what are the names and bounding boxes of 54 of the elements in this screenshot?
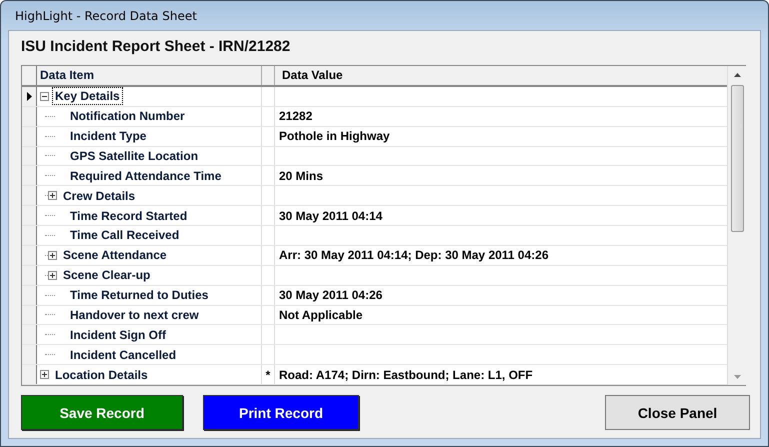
row-header-cell[interactable] [22, 86, 37, 106]
row-header-cell[interactable] [22, 325, 37, 344]
collapse-icon[interactable] [40, 92, 49, 101]
data-item-label: Notification Number [69, 108, 186, 126]
row-header-cell[interactable] [22, 365, 37, 384]
row-header-cell[interactable] [22, 126, 37, 146]
data-item-label: Time Returned to Duties [69, 287, 210, 304]
column-header: Data Value [281, 68, 343, 82]
data-item-label: Time Call Received [69, 227, 180, 244]
data-item-label: Time Record Started [69, 208, 188, 225]
row-header-cell[interactable] [22, 206, 37, 225]
data-item-label: Incident Type [69, 128, 148, 146]
row-header-cell[interactable] [22, 306, 37, 324]
vertical-scrollbar[interactable] [727, 66, 746, 385]
row-header-cell[interactable] [22, 146, 37, 166]
data-value: 30 May 2011 04:14 [279, 208, 382, 223]
data-item-label: Scene Clear-up [62, 267, 152, 284]
scroll-thumb[interactable] [730, 85, 744, 232]
data-item-label: Location Details [54, 366, 149, 384]
row-header-cell[interactable] [22, 286, 37, 304]
row-header-cell[interactable] [22, 266, 37, 285]
row-header-cell[interactable] [22, 246, 37, 265]
data-value: 20 Mins [279, 168, 324, 183]
row-marker: * [266, 368, 270, 382]
expand-icon[interactable] [48, 250, 57, 260]
row-header-cell[interactable] [22, 345, 37, 364]
sheet-heading: ISU Incident Report Sheet - IRN/21282 [21, 38, 292, 57]
data-item-label: Required Attendance Time [69, 168, 222, 185]
data-value: Arr: 30 May 2011 04:14; Dep: 30 May 2011 04:26 [279, 248, 549, 262]
current-row-icon [26, 92, 32, 101]
row-header-cell[interactable] [22, 166, 37, 186]
data-item-label: Scene Attendance [62, 247, 168, 264]
close-button[interactable]: Close Panel [605, 395, 750, 430]
save-button[interactable]: Save Record [21, 395, 183, 430]
data-item-label: Key Details [52, 87, 123, 106]
data-item-label: GPS Satellite Location [69, 148, 200, 165]
row-header-cell[interactable] [22, 226, 37, 245]
row-header-cell[interactable] [22, 106, 37, 126]
data-item-label: Incident Cancelled [69, 346, 178, 364]
data-item-label: Handover to next crew [69, 306, 200, 324]
row-header-cell[interactable] [22, 186, 37, 206]
window-title: HighLight - Record Data Sheet [15, 8, 197, 22]
data-value: Road: A174; Dirn: Eastbound; Lane: L1, OFF [279, 368, 533, 382]
data-item-label: Incident Sign Off [69, 326, 167, 344]
data-value: 21282 [279, 109, 312, 124]
data-value: Not Applicable [279, 308, 363, 322]
expand-icon[interactable] [48, 191, 57, 200]
data-value: Pothole in Highway [279, 129, 390, 144]
expand-icon[interactable] [40, 370, 49, 380]
column-header: Data Item [39, 68, 94, 82]
expand-icon[interactable] [48, 270, 57, 280]
data-value: 30 May 2011 04:26 [279, 288, 382, 302]
data-item-label: Crew Details [62, 188, 136, 205]
print-button[interactable]: Print Record [203, 395, 359, 430]
